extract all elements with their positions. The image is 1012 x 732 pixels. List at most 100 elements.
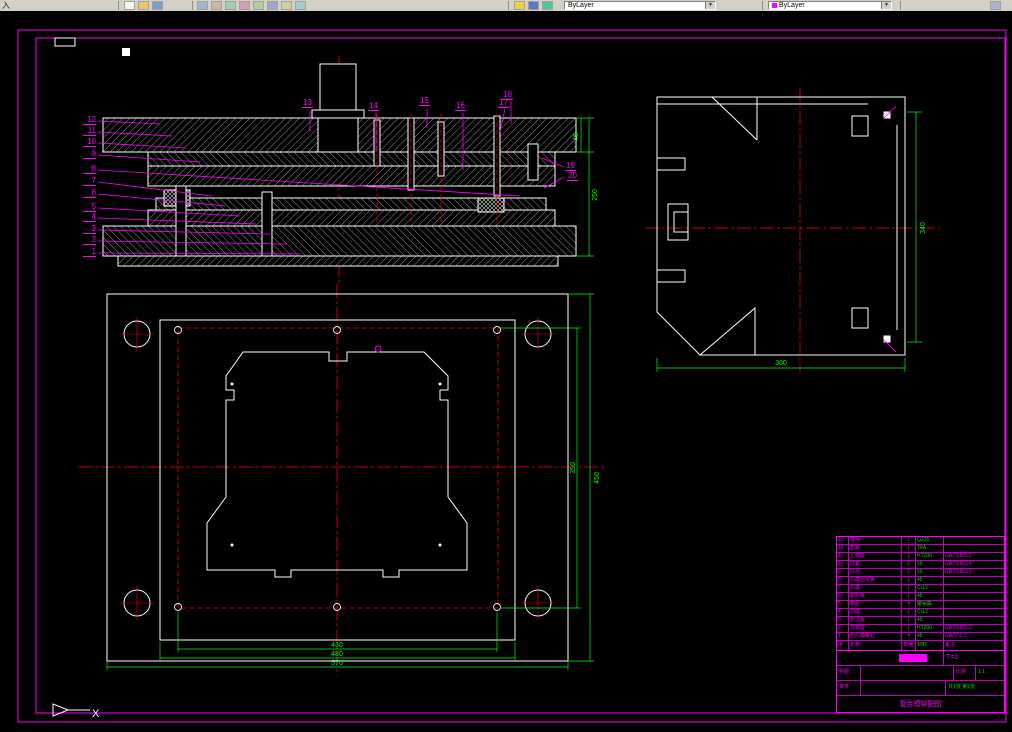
array-icon[interactable] bbox=[253, 1, 264, 10]
layer-combo-value: ByLayer bbox=[568, 2, 594, 9]
part-name: 卸料板 bbox=[849, 593, 902, 600]
scale-value: 1:1 bbox=[978, 669, 985, 675]
stamp-bar bbox=[899, 654, 927, 662]
toolbar-separator bbox=[762, 1, 763, 10]
layer-combo[interactable]: ByLayer ▼ bbox=[564, 1, 716, 10]
pan-icon[interactable] bbox=[542, 1, 553, 10]
save-icon[interactable] bbox=[152, 1, 163, 10]
open-icon[interactable] bbox=[138, 1, 149, 10]
part-standard: GB/T2855.2 bbox=[945, 625, 972, 631]
part-qty: 2 bbox=[902, 561, 916, 568]
dim-plan-inner: 430 bbox=[331, 642, 343, 649]
part-no: 9 bbox=[837, 569, 849, 576]
parts-list-rows: 13 模柄 1 Q235 12 垫板 1 T8A 11 上模座 1 HT200 bbox=[837, 537, 1004, 641]
plot-icon[interactable] bbox=[990, 1, 1001, 10]
part-qty: 1 bbox=[902, 617, 916, 624]
part-qty: 1 bbox=[902, 553, 916, 560]
part-no: 4 bbox=[837, 609, 849, 616]
callout-15: 15 bbox=[419, 96, 430, 106]
part-name: 上模座 bbox=[849, 553, 902, 560]
parts-list-row: 7 凸模 1 Cr12 bbox=[837, 585, 1004, 593]
parts-list-row: 8 凸模固定板 1 45 bbox=[837, 577, 1004, 585]
part-material: HT200 bbox=[916, 553, 944, 560]
parts-list-row: 10 导套 2 20 GB/T2861.6 bbox=[837, 561, 1004, 569]
part-standard bbox=[944, 601, 1004, 608]
callout-18: 18 bbox=[502, 90, 513, 100]
callout-2: 2 bbox=[83, 236, 96, 245]
plan-dimensions bbox=[106, 293, 594, 670]
section-view: 45 250 bbox=[97, 56, 599, 283]
parts-list-row: 12 垫板 1 T8A bbox=[837, 545, 1004, 553]
callout-6: 6 bbox=[83, 189, 96, 198]
part-no: 6 bbox=[837, 593, 849, 600]
part-name: 导套 bbox=[849, 561, 902, 568]
dim-die-height: 250 bbox=[592, 189, 599, 201]
title-block-bottom: T=1 制图 比例 1:1 审核 共1张 第1张 复合模装配图 bbox=[837, 650, 1004, 712]
move-icon[interactable] bbox=[267, 1, 278, 10]
parts-list: 13 模柄 1 Q235 12 垫板 1 T8A 11 上模座 1 HT200 bbox=[837, 537, 1004, 651]
part-material: 45 bbox=[916, 617, 944, 624]
part-qty: 1 bbox=[902, 593, 916, 600]
callout-1: 1 bbox=[83, 248, 96, 257]
part-material: 45 bbox=[916, 633, 944, 640]
erase-icon[interactable] bbox=[197, 1, 208, 10]
part-qty: 1 bbox=[902, 609, 916, 616]
parts-list-row: 2 下模座 1 HT200 GB/T2855.2 bbox=[837, 625, 1004, 633]
part-material: Q235 bbox=[916, 537, 944, 544]
copy-icon[interactable] bbox=[211, 1, 222, 10]
part-material: 20 bbox=[916, 569, 944, 576]
stamp-note: T=1 bbox=[946, 654, 959, 661]
col-qty: 数量 bbox=[902, 641, 916, 650]
toolbar-separator bbox=[900, 1, 901, 10]
parts-list-row: 11 上模座 1 HT200 GB/T2855.1 bbox=[837, 553, 1004, 561]
offset-icon[interactable] bbox=[239, 1, 250, 10]
zoom-window-icon[interactable] bbox=[514, 1, 525, 10]
callout-9: 9 bbox=[83, 150, 96, 159]
side-view: 340 300 bbox=[645, 88, 940, 372]
part-no: 1 bbox=[837, 633, 849, 640]
parts-list-row: 1 内六角螺钉 4 45 GB/T70.1 bbox=[837, 633, 1004, 641]
part-standard bbox=[944, 585, 1004, 592]
callout-3: 3 bbox=[83, 225, 96, 234]
col-material: 材料 bbox=[916, 641, 944, 650]
part-standard bbox=[944, 609, 1004, 616]
part-material: 20 bbox=[916, 561, 944, 568]
part-name: 导柱 bbox=[849, 569, 902, 576]
parts-list-row: 13 模柄 1 Q235 bbox=[837, 537, 1004, 545]
label-scale: 比例 bbox=[954, 666, 976, 680]
rotate-icon[interactable] bbox=[281, 1, 292, 10]
part-material: Cr12 bbox=[916, 585, 944, 592]
mirror-icon[interactable] bbox=[225, 1, 236, 10]
part-qty: 1 bbox=[902, 585, 916, 592]
callout-5: 5 bbox=[83, 203, 96, 212]
dim-plan-mid: 480 bbox=[331, 651, 343, 658]
drawing-title: 复合模装配图 bbox=[899, 701, 942, 708]
part-name: 凹模 bbox=[849, 609, 902, 616]
part-material: Cr12 bbox=[916, 609, 944, 616]
part-material: HT200 bbox=[916, 625, 944, 632]
part-standard bbox=[944, 537, 1004, 544]
callout-11: 11 bbox=[83, 127, 96, 136]
callout-19: 19 bbox=[565, 161, 576, 171]
color-combo[interactable]: ByLayer ▼ bbox=[768, 1, 892, 10]
application-window: 入 ByLayer ▼ ByLayer ▼ 45 250 340 300 430… bbox=[0, 0, 1012, 727]
callout-12: 12 bbox=[83, 116, 96, 125]
new-icon[interactable] bbox=[124, 1, 135, 10]
menu-fragment[interactable]: 入 bbox=[2, 1, 10, 10]
callout-4: 4 bbox=[83, 213, 96, 222]
chevron-down-icon[interactable]: ▼ bbox=[881, 2, 891, 9]
chevron-down-icon[interactable]: ▼ bbox=[705, 2, 715, 9]
label-check: 审核 bbox=[837, 681, 861, 695]
part-qty: 2 bbox=[902, 569, 916, 576]
part-material: 45 bbox=[916, 593, 944, 600]
toolbar-separator bbox=[192, 1, 193, 10]
callout-17: 17 bbox=[498, 98, 509, 108]
side-dimensions bbox=[656, 111, 922, 372]
trim-icon[interactable] bbox=[295, 1, 306, 10]
part-name: 模柄 bbox=[849, 537, 902, 544]
part-material: T8A bbox=[916, 545, 944, 552]
part-no: 3 bbox=[837, 617, 849, 624]
part-name: 凸模固定板 bbox=[849, 577, 902, 584]
zoom-prev-icon[interactable] bbox=[528, 1, 539, 10]
part-name: 内六角螺钉 bbox=[849, 633, 902, 640]
